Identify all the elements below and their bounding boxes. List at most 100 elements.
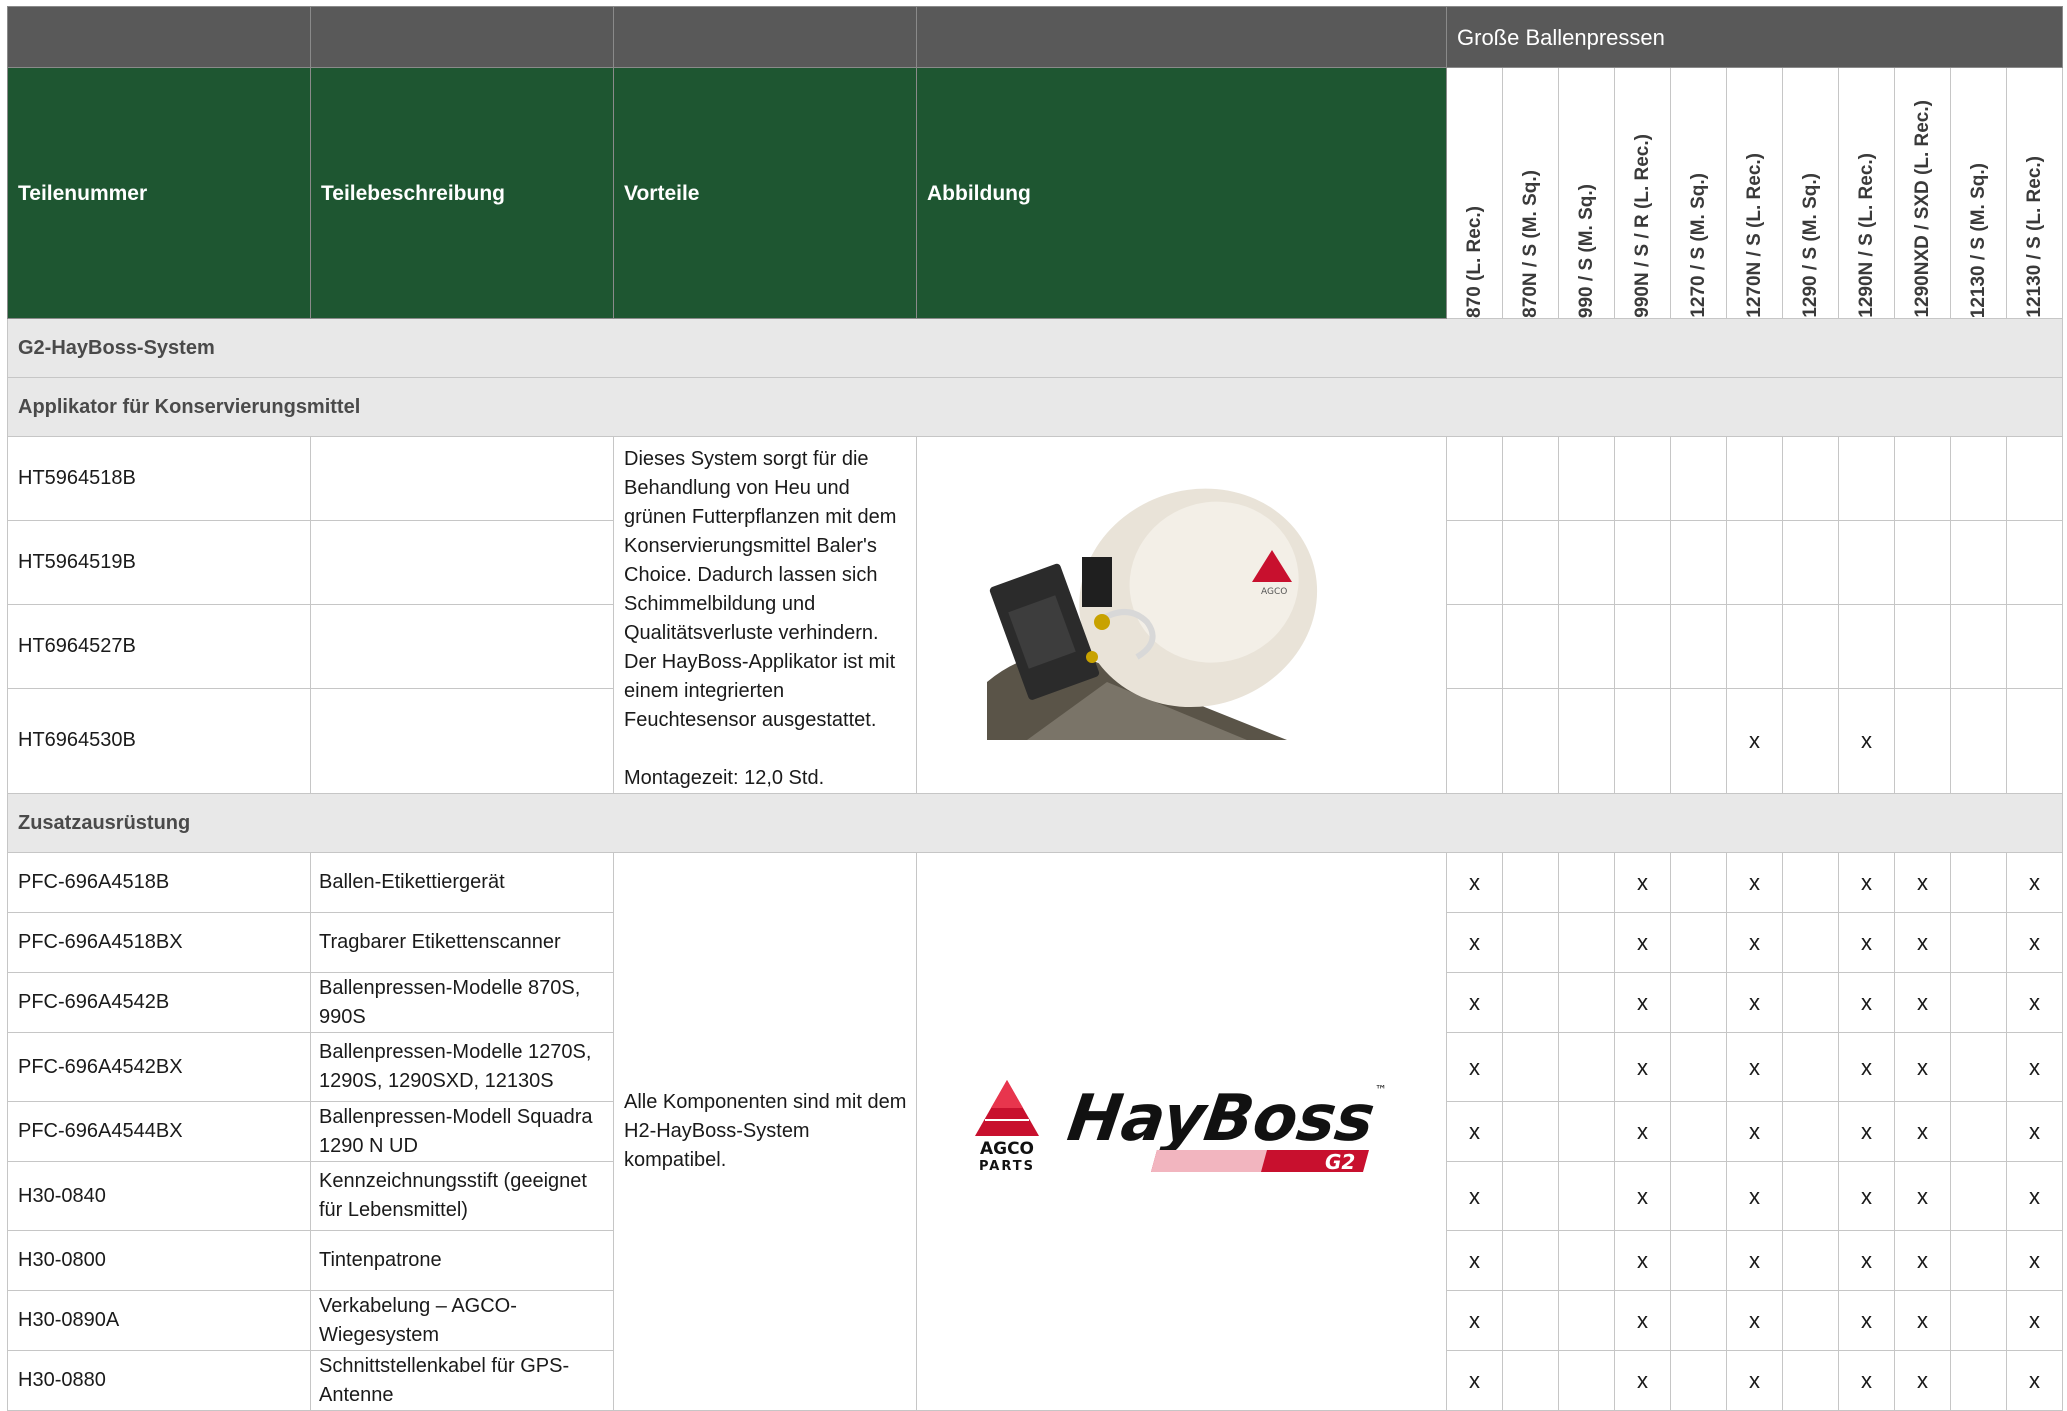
compat-mark xyxy=(1726,603,1783,689)
header-columns-row: Teilenummer Teilebeschreibung Vorteile A… xyxy=(7,67,2063,319)
part-number: HT5964518B xyxy=(7,436,311,521)
compat-mark xyxy=(1782,1290,1839,1351)
compat-mark: x xyxy=(2006,912,2063,973)
compat-mark xyxy=(1558,912,1615,973)
compat-mark: x xyxy=(1838,1350,1895,1411)
compat-mark xyxy=(1670,1101,1727,1162)
compat-mark xyxy=(1558,436,1615,521)
compat-mark xyxy=(1502,603,1559,689)
compat-mark xyxy=(1950,912,2007,973)
model-header: 1270N / S (L. Rec.) xyxy=(1726,67,1783,319)
compat-mark: x xyxy=(2006,972,2063,1033)
compat-mark xyxy=(1558,972,1615,1033)
compat-mark xyxy=(1502,1032,1559,1102)
section-title-applicator: Applikator für Konservierungsmittel xyxy=(7,377,2063,437)
compat-mark xyxy=(1446,687,1503,795)
compat-mark: x xyxy=(1726,1290,1783,1351)
compat-mark: x xyxy=(1838,852,1895,913)
compat-mark xyxy=(1502,687,1559,795)
model-label: 1290 / S (M. Sq.) xyxy=(1799,173,1821,318)
table-row: PFC-696A4518B Ballen-Etikettiergerät All… xyxy=(7,852,2063,1411)
compat-mark xyxy=(1726,436,1783,521)
compat-mark: x xyxy=(2006,1161,2063,1231)
compat-mark: x xyxy=(1446,912,1503,973)
column-header-description: Teilebeschreibung xyxy=(310,67,614,319)
compat-mark: x xyxy=(2006,1350,2063,1411)
model-label: 1290N / S (L. Rec.) xyxy=(1855,153,1877,318)
compat-mark xyxy=(1502,1350,1559,1411)
compat-mark xyxy=(1950,519,2007,605)
table-row: HT5964518B Dieses System sorgt für die B… xyxy=(7,436,2063,794)
compat-mark xyxy=(1502,972,1559,1033)
compat-mark xyxy=(1558,1101,1615,1162)
compat-mark xyxy=(1782,972,1839,1033)
compat-mark xyxy=(1950,852,2007,913)
compat-mark: x xyxy=(2006,1032,2063,1102)
compat-mark xyxy=(1838,603,1895,689)
compat-mark: x xyxy=(1838,1101,1895,1162)
compat-mark: x xyxy=(1726,912,1783,973)
compat-mark xyxy=(1950,1290,2007,1351)
part-number: H30-0890A xyxy=(7,1290,311,1351)
compat-mark: x xyxy=(2006,1290,2063,1351)
compat-mark: x xyxy=(1446,972,1503,1033)
part-number: H30-0880 xyxy=(7,1350,311,1411)
part-description: Kennzeichnungsstift (geeignet für Lebens… xyxy=(310,1161,614,1231)
compat-mark xyxy=(2006,603,2063,689)
compat-mark: x xyxy=(1614,1161,1671,1231)
compat-mark: x xyxy=(1894,1161,1951,1231)
compat-mark xyxy=(1782,603,1839,689)
compat-mark: x xyxy=(2006,1101,2063,1162)
compat-mark: x xyxy=(1614,852,1671,913)
part-number: H30-0840 xyxy=(7,1161,311,1231)
compat-mark xyxy=(1782,1032,1839,1102)
compat-mark: x xyxy=(1614,1290,1671,1351)
compat-mark xyxy=(1502,1230,1559,1291)
model-header: 990 / S (M. Sq.) xyxy=(1558,67,1615,319)
compat-mark xyxy=(1782,852,1839,913)
group-title: Große Ballenpressen xyxy=(1446,6,2063,68)
part-description xyxy=(310,519,614,605)
compat-mark xyxy=(1950,603,2007,689)
compat-mark xyxy=(1446,436,1503,521)
benefits-cell: Dieses System sorgt für die Behandlung v… xyxy=(613,436,917,794)
compat-mark: x xyxy=(1894,1101,1951,1162)
compat-mark xyxy=(1670,1290,1727,1351)
compat-mark xyxy=(1950,1032,2007,1102)
model-header: 870N / S (M. Sq.) xyxy=(1502,67,1559,319)
compat-mark xyxy=(1614,436,1671,521)
compat-mark xyxy=(1614,603,1671,689)
compat-mark xyxy=(1726,519,1783,605)
compat-mark xyxy=(1502,1101,1559,1162)
logo-cell: AGCO PARTS HayBoss ™ G2 xyxy=(916,852,1447,1411)
compat-mark xyxy=(1782,1161,1839,1231)
compat-mark xyxy=(1950,1161,2007,1231)
compat-mark: x xyxy=(1726,1101,1783,1162)
model-label: 870 (L. Rec.) xyxy=(1463,206,1485,318)
parts-label: PARTS xyxy=(978,1159,1034,1174)
compat-mark xyxy=(1894,603,1951,689)
compat-mark xyxy=(1502,852,1559,913)
compat-mark xyxy=(1782,1101,1839,1162)
column-header-image: Abbildung xyxy=(916,67,1447,319)
compat-mark xyxy=(1670,1032,1727,1102)
applicator-image-cell: AGCO xyxy=(916,436,1447,794)
compat-mark xyxy=(1782,1230,1839,1291)
compat-mark: x xyxy=(1726,1350,1783,1411)
compat-mark xyxy=(1670,1350,1727,1411)
compat-mark xyxy=(1670,1161,1727,1231)
compat-mark xyxy=(1446,603,1503,689)
section-title-system: G2-HayBoss-System xyxy=(7,318,2063,378)
part-number: HT5964519B xyxy=(7,519,311,605)
hayboss-applicator-photo-icon: AGCO xyxy=(986,481,1377,740)
model-header: 1290N / S (L. Rec.) xyxy=(1838,67,1895,319)
compat-mark: x xyxy=(1614,1032,1671,1102)
compat-mark: x xyxy=(1838,1032,1895,1102)
compat-mark: x xyxy=(1894,1230,1951,1291)
compat-mark: x xyxy=(1446,852,1503,913)
compat-mark: x xyxy=(1894,1032,1951,1102)
compat-mark: x xyxy=(1838,1290,1895,1351)
compat-mark: x xyxy=(1614,912,1671,973)
trademark-symbol: ™ xyxy=(1375,1083,1387,1097)
compat-mark xyxy=(1502,436,1559,521)
